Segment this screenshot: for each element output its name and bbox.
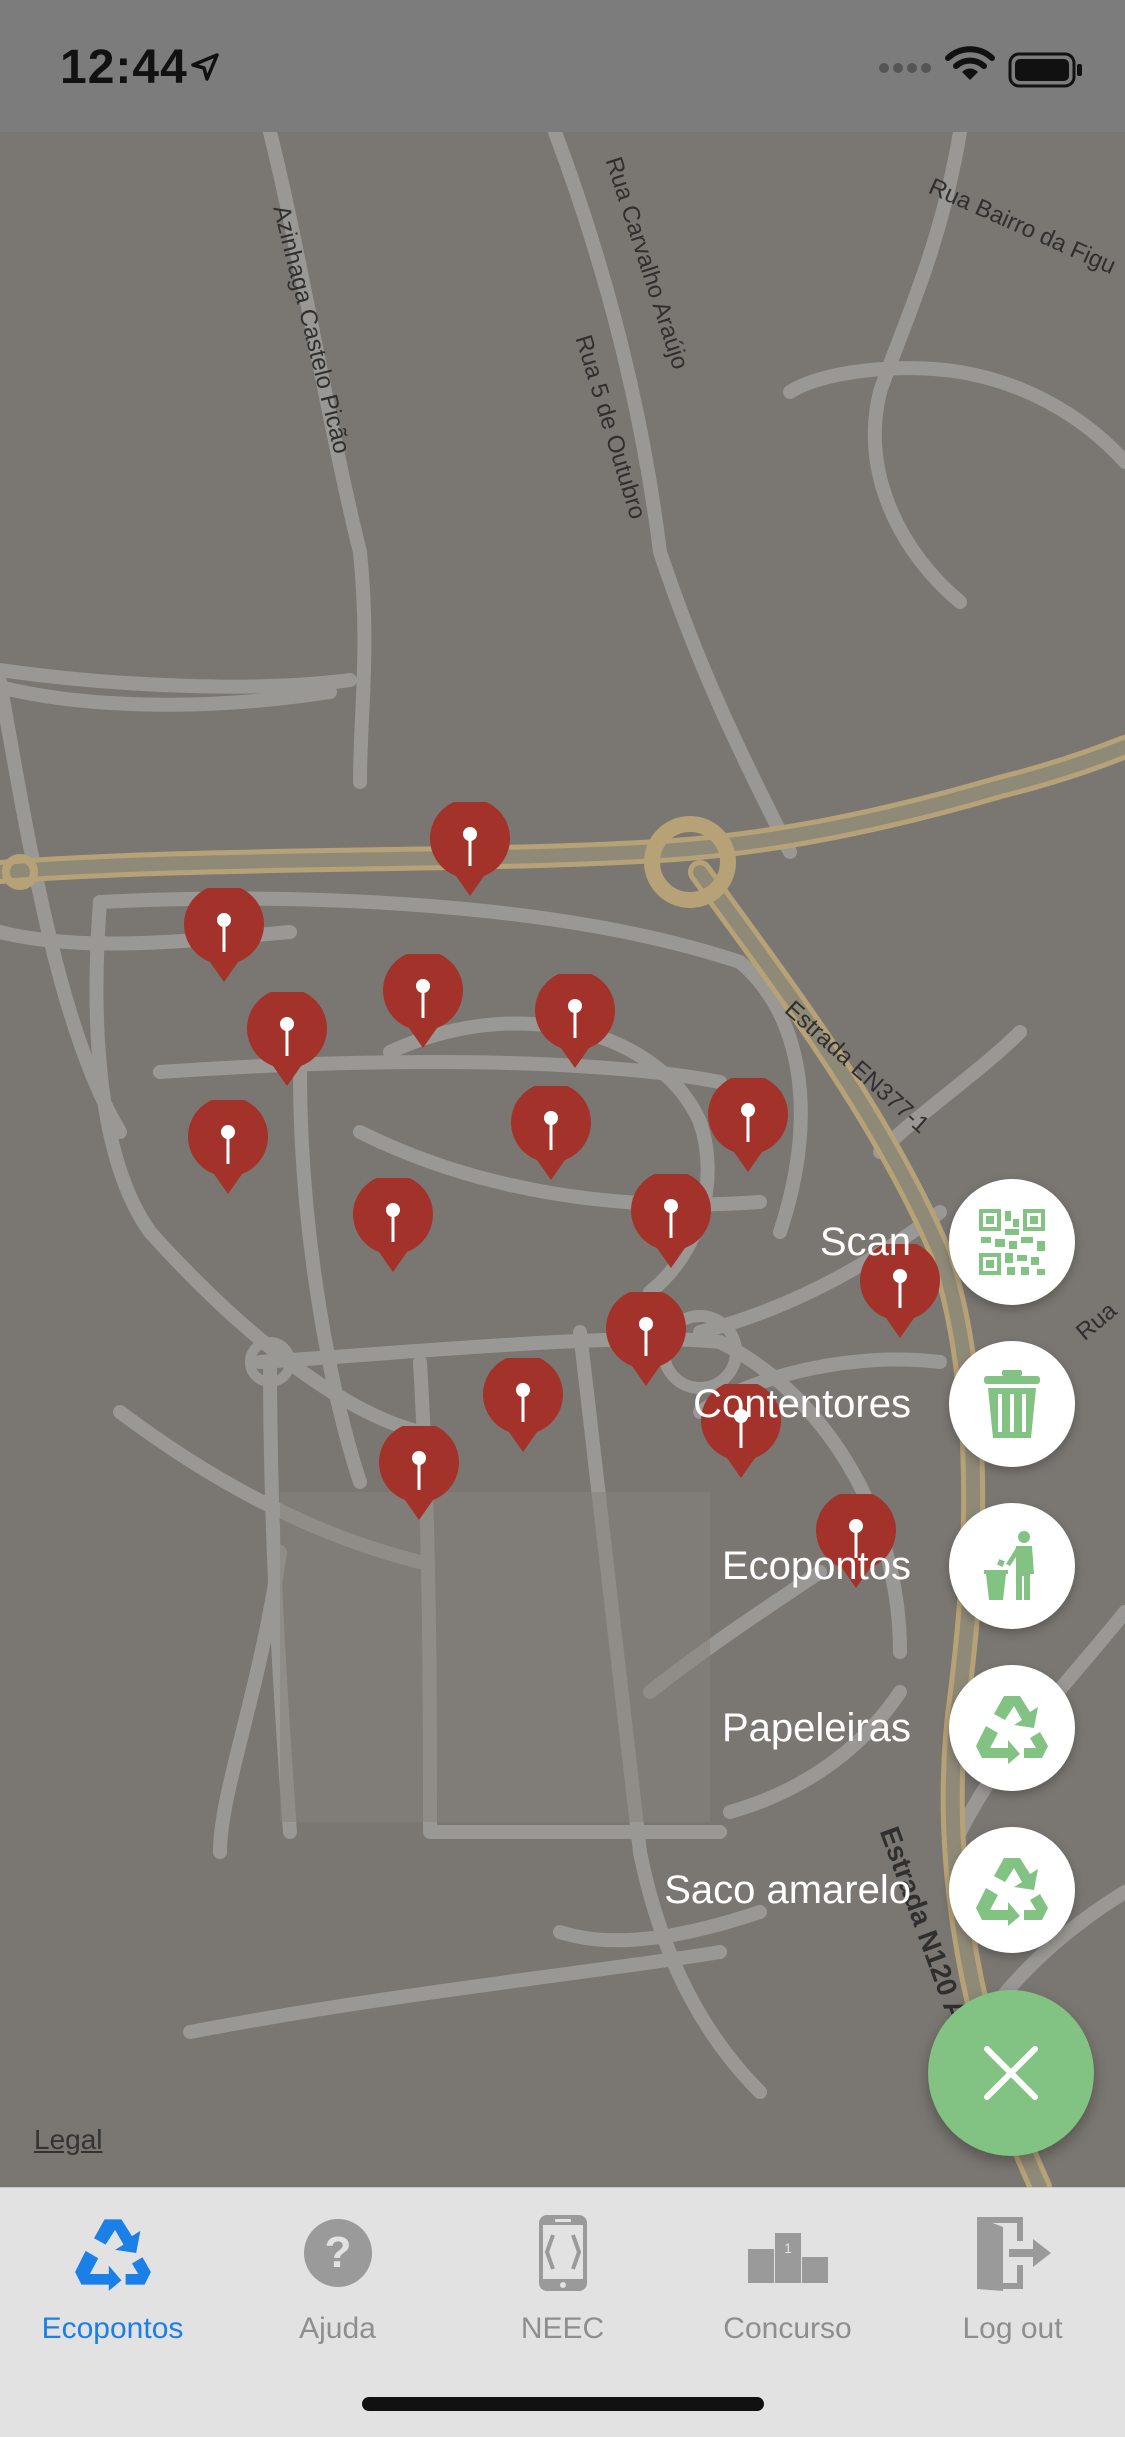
map-pin[interactable]: [509, 1086, 593, 1182]
close-fab-button[interactable]: [928, 1990, 1094, 2156]
contentores-button[interactable]: [949, 1341, 1075, 1467]
trash-can-icon: [984, 1370, 1040, 1438]
map-pin[interactable]: [533, 974, 617, 1070]
map-pin[interactable]: [604, 1292, 688, 1388]
recycle-icon: [74, 2219, 151, 2291]
fab-item-papeleiras[interactable]: Papeleiras: [722, 1665, 1075, 1791]
fab-item-saco-amarelo[interactable]: Saco amarelo: [664, 1827, 1075, 1953]
papeleiras-button[interactable]: [949, 1665, 1075, 1791]
status-time: 12:44: [60, 41, 188, 94]
recycle-icon: [976, 1858, 1048, 1926]
tab-label: Concurso: [723, 2312, 852, 2345]
map-pin[interactable]: [186, 1100, 270, 1196]
logout-icon: [976, 2217, 1051, 2291]
qr-code-icon: [979, 1209, 1045, 1275]
status-bar: 12:44: [0, 0, 1125, 132]
tab-ecopontos[interactable]: Ecopontos: [0, 2208, 225, 2346]
location-arrow-icon: [191, 53, 219, 81]
home-indicator[interactable]: [362, 2397, 764, 2411]
fab-item-label: Scan: [819, 1219, 911, 1264]
svg-text:1: 1: [784, 2240, 792, 2256]
fab-item-label: Papeleiras: [721, 1705, 911, 1750]
tab-concurso[interactable]: 1 Concurso: [675, 2208, 900, 2346]
fab-item-scan[interactable]: Scan: [820, 1179, 1075, 1305]
map-pin[interactable]: [428, 802, 512, 898]
signal-icon: [879, 63, 931, 73]
person-disposing-trash-icon: [984, 1531, 1034, 1600]
map-pin[interactable]: [351, 1178, 435, 1274]
tab-neec[interactable]: NEEC: [450, 2208, 675, 2346]
fab-item-label: Contentores: [693, 1381, 911, 1426]
recycle-icon: [976, 1696, 1048, 1764]
fab-item-ecopontos[interactable]: Ecopontos: [722, 1503, 1075, 1629]
ecopontos-button[interactable]: [949, 1503, 1075, 1629]
fab-item-label: Ecopontos: [721, 1543, 911, 1588]
fab-item-contentores[interactable]: Contentores: [693, 1341, 1075, 1467]
map-pin[interactable]: [629, 1174, 713, 1270]
tab-ajuda[interactable]: ? Ajuda: [225, 2208, 450, 2346]
map-pin[interactable]: [245, 992, 329, 1088]
tab-label: Log out: [962, 2312, 1063, 2345]
battery-icon: [1008, 52, 1082, 88]
podium-icon: 1: [747, 2233, 828, 2283]
close-icon: [984, 2046, 1038, 2100]
map-legal-link[interactable]: Legal: [34, 2124, 103, 2156]
tab-label: Ecopontos: [41, 2312, 184, 2345]
tab-log-out[interactable]: Log out: [900, 2208, 1125, 2346]
tab-label: NEEC: [520, 2312, 605, 2345]
help-icon: ?: [303, 2219, 372, 2287]
map-pin[interactable]: [706, 1078, 790, 1174]
scan-button[interactable]: [949, 1179, 1075, 1305]
tab-label: Ajuda: [299, 2312, 376, 2345]
map-pin[interactable]: [481, 1358, 565, 1454]
map-pin[interactable]: [182, 888, 266, 984]
wifi-icon: [945, 46, 995, 80]
svg-text:?: ?: [324, 2228, 351, 2277]
phone-icon: [538, 2215, 587, 2291]
saco-amarelo-button[interactable]: [949, 1827, 1075, 1953]
tab-bar: Ecopontos ? Ajuda NEEC 1 Concurso Log ou…: [0, 2187, 1125, 2437]
map-pin[interactable]: [377, 1426, 461, 1522]
fab-item-label: Saco amarelo: [664, 1867, 911, 1912]
map-pin[interactable]: [381, 954, 465, 1050]
